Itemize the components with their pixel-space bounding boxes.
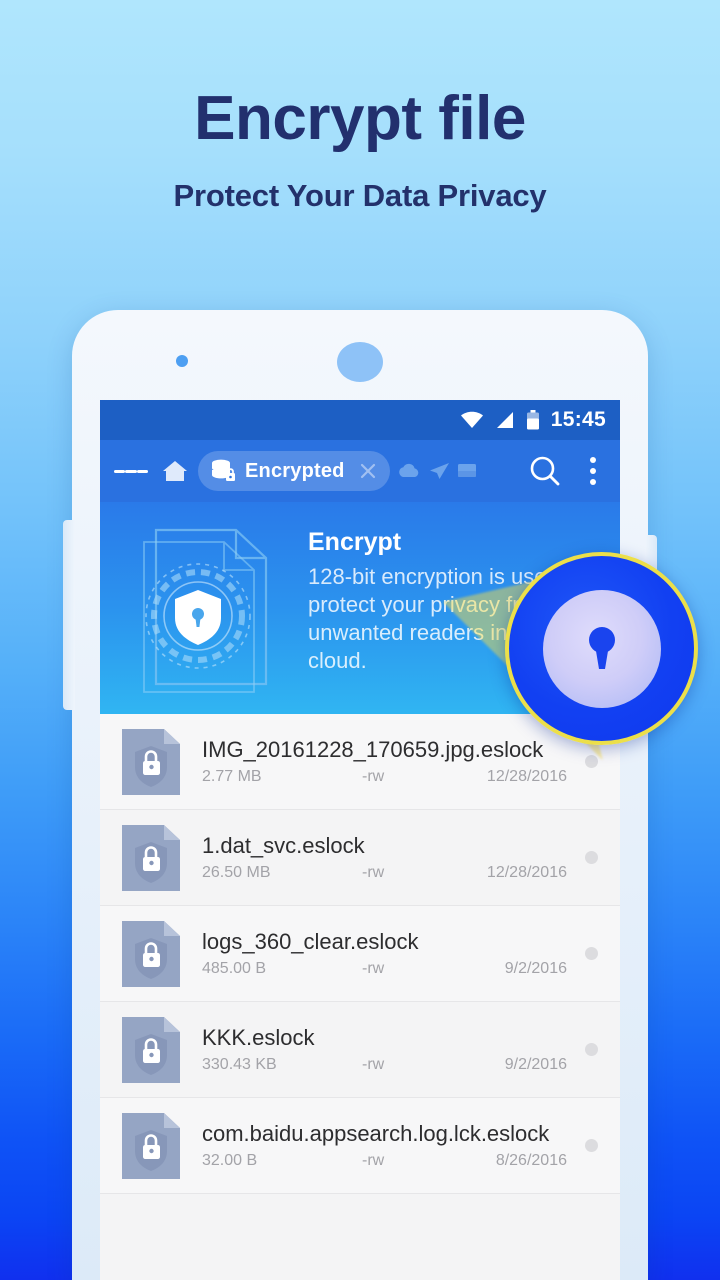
home-icon[interactable] bbox=[160, 458, 190, 484]
row-selector-dot[interactable] bbox=[585, 1139, 598, 1152]
file-date: 8/26/2016 bbox=[495, 1152, 567, 1169]
tab-label: Encrypted bbox=[245, 459, 345, 482]
encrypted-stack-icon bbox=[210, 458, 236, 484]
file-meta: 485.00 B -rw 9/2/2016 bbox=[202, 960, 575, 978]
file-row-details: 1.dat_svc.eslock 26.50 MB -rw 12/28/2016 bbox=[202, 833, 575, 882]
table-row[interactable]: 1.dat_svc.eslock 26.50 MB -rw 12/28/2016 bbox=[100, 810, 620, 906]
status-bar: 15:45 bbox=[100, 400, 620, 440]
file-name: IMG_20161228_170659.jpg.eslock bbox=[202, 737, 544, 762]
hamburger-menu-icon[interactable] bbox=[114, 465, 148, 478]
file-size: 330.43 KB bbox=[202, 1056, 277, 1073]
locked-file-icon bbox=[122, 1112, 180, 1179]
cellular-signal-icon bbox=[495, 411, 515, 429]
file-meta: 32.00 B -rw 8/26/2016 bbox=[202, 1152, 575, 1170]
locked-file-icon bbox=[122, 728, 180, 795]
row-selector-dot[interactable] bbox=[585, 851, 598, 864]
volume-button[interactable] bbox=[63, 520, 75, 710]
file-size: 2.77 MB bbox=[202, 768, 262, 785]
tab-encrypted[interactable]: Encrypted bbox=[198, 451, 390, 491]
encrypted-document-shield-icon bbox=[118, 514, 308, 704]
file-date: 12/28/2016 bbox=[486, 768, 567, 785]
search-icon[interactable] bbox=[526, 453, 564, 489]
notification-led-icon bbox=[176, 355, 188, 367]
locked-file-icon bbox=[122, 1016, 180, 1083]
row-selector-dot[interactable] bbox=[585, 947, 598, 960]
file-row-details: KKK.eslock 330.43 KB -rw 9/2/2016 bbox=[202, 1025, 575, 1074]
file-list-empty-space bbox=[100, 1194, 620, 1280]
earpiece-speaker-icon bbox=[337, 342, 383, 382]
window-icon[interactable] bbox=[457, 462, 477, 480]
file-meta: 26.50 MB -rw 12/28/2016 bbox=[202, 864, 575, 882]
table-row[interactable]: com.baidu.appsearch.log.lck.eslock 32.00 … bbox=[100, 1098, 620, 1194]
file-meta: 2.77 MB -rw 12/28/2016 bbox=[202, 768, 575, 786]
file-permissions: -rw bbox=[362, 1056, 385, 1073]
file-permissions: -rw bbox=[362, 864, 385, 881]
file-date: 9/2/2016 bbox=[504, 960, 567, 977]
file-list: IMG_20161228_170659.jpg.eslock 2.77 MB -rw… bbox=[100, 714, 620, 1194]
promo-header: Encrypt file Protect Your Data Privacy bbox=[0, 88, 720, 214]
file-row-details: com.baidu.appsearch.log.lck.eslock 32.00 … bbox=[202, 1121, 575, 1170]
keyhole-inner-circle bbox=[542, 589, 661, 708]
file-row-details: logs_360_clear.eslock 485.00 B -rw 9/2/2016 bbox=[202, 929, 575, 978]
wifi-icon bbox=[460, 411, 484, 429]
phone-mockup: 15:45 Encrypted Encrypt 128-bit encrypti… bbox=[63, 310, 657, 1280]
file-size: 485.00 B bbox=[202, 960, 267, 977]
file-name: KKK.eslock bbox=[202, 1025, 315, 1050]
file-date: 9/2/2016 bbox=[504, 1056, 567, 1073]
banner-title: Encrypt bbox=[308, 528, 402, 556]
file-permissions: -rw bbox=[362, 768, 385, 785]
file-size: 32.00 B bbox=[202, 1152, 258, 1169]
page-title: Encrypt file bbox=[194, 84, 526, 153]
row-selector-dot[interactable] bbox=[585, 755, 598, 768]
row-selector-dot[interactable] bbox=[585, 1043, 598, 1056]
send-icon[interactable] bbox=[428, 461, 450, 481]
app-toolbar: Encrypted bbox=[100, 440, 620, 502]
file-permissions: -rw bbox=[362, 960, 385, 977]
keyhole-lock-icon bbox=[505, 552, 698, 745]
overflow-menu-icon[interactable] bbox=[580, 457, 606, 485]
close-icon[interactable] bbox=[354, 457, 382, 485]
cloud-icon[interactable] bbox=[397, 462, 421, 480]
file-name: 1.dat_svc.eslock bbox=[202, 833, 365, 858]
keyhole-glyph bbox=[588, 626, 615, 669]
phone-screen: 15:45 Encrypted Encrypt 128-bit encrypti… bbox=[100, 400, 620, 1280]
file-meta: 330.43 KB -rw 9/2/2016 bbox=[202, 1056, 575, 1074]
file-permissions: -rw bbox=[362, 1152, 385, 1169]
table-row[interactable]: logs_360_clear.eslock 485.00 B -rw 9/2/2016 bbox=[100, 906, 620, 1002]
status-bar-clock: 15:45 bbox=[550, 408, 606, 431]
file-size: 26.50 MB bbox=[202, 864, 271, 881]
file-name: logs_360_clear.eslock bbox=[202, 929, 419, 954]
table-row[interactable]: KKK.eslock 330.43 KB -rw 9/2/2016 bbox=[100, 1002, 620, 1098]
file-date: 12/28/2016 bbox=[486, 864, 567, 881]
toolbar-extra-icons bbox=[397, 461, 477, 481]
file-name: com.baidu.appsearch.log.lck.eslock bbox=[202, 1121, 550, 1146]
locked-file-icon bbox=[122, 920, 180, 987]
page-subtitle: Protect Your Data Privacy bbox=[173, 178, 547, 213]
table-row[interactable]: IMG_20161228_170659.jpg.eslock 2.77 MB -rw… bbox=[100, 714, 620, 810]
locked-file-icon bbox=[122, 824, 180, 891]
file-row-details: IMG_20161228_170659.jpg.eslock 2.77 MB -rw… bbox=[202, 737, 575, 786]
battery-icon bbox=[526, 410, 540, 430]
